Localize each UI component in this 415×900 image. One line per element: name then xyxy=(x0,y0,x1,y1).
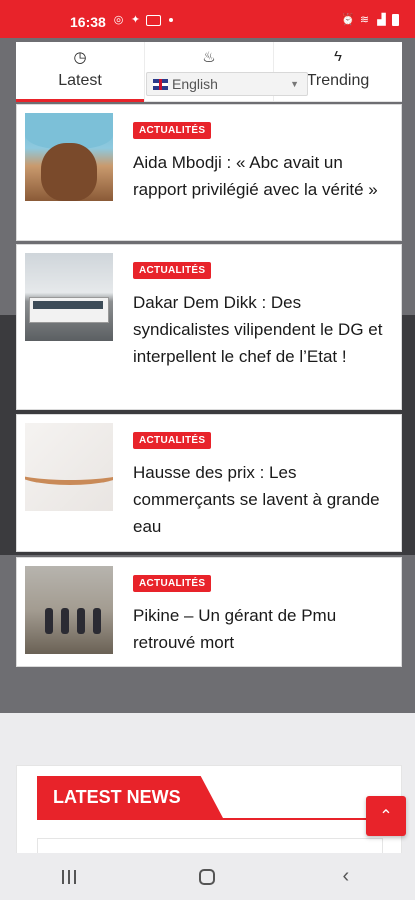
category-badge[interactable]: ACTUALITÉS xyxy=(133,575,212,592)
news-app-icon xyxy=(146,14,161,26)
recents-button[interactable] xyxy=(39,857,99,897)
twitter-icon: ✦ xyxy=(130,14,141,26)
tab-latest[interactable]: ◷ Latest xyxy=(16,42,145,102)
wifi-icon: ≋ xyxy=(359,14,370,26)
language-select[interactable]: English ▼ xyxy=(146,72,308,96)
alarm-icon: ⏰ xyxy=(341,14,355,26)
article-thumbnail[interactable] xyxy=(25,113,113,201)
article-thumbnail[interactable] xyxy=(25,253,113,341)
status-time: 16:38 xyxy=(70,14,106,30)
latest-news-banner: LATEST NEWS xyxy=(37,776,223,818)
chevron-down-icon: ▼ xyxy=(290,79,299,89)
news-panel: ◷ Latest ♨ ϟ Trending ACTUALITÉS Aida Mb… xyxy=(16,42,402,667)
category-badge[interactable]: ACTUALITÉS xyxy=(133,432,212,449)
language-select-value: English xyxy=(172,76,218,92)
article-card[interactable]: ACTUALITÉS Hausse des prix : Les commerç… xyxy=(16,414,402,552)
back-button[interactable]: ‹ xyxy=(316,857,376,897)
status-left-icons: ◎ ✦ xyxy=(112,14,173,26)
article-card[interactable]: ACTUALITÉS Aida Mbodji : « Abc avait un … xyxy=(16,104,402,241)
article-title[interactable]: Hausse des prix : Les commerçants se lav… xyxy=(133,459,393,540)
article-card[interactable]: ACTUALITÉS Pikine – Un gérant de Pmu ret… xyxy=(16,557,402,667)
recents-icon xyxy=(62,869,77,884)
dot-icon xyxy=(169,18,173,22)
fire-icon: ♨ xyxy=(202,49,216,66)
article-title[interactable]: Dakar Dem Dikk : Des syndicalistes vilip… xyxy=(133,289,393,370)
whatsapp-icon: ◎ xyxy=(113,14,124,26)
scroll-to-top-button[interactable]: ⌃ xyxy=(366,796,406,836)
home-icon xyxy=(199,868,216,885)
signal-icon: ▟ xyxy=(377,14,386,26)
bolt-icon: ϟ xyxy=(334,48,342,65)
android-nav-bar: ‹ xyxy=(0,853,415,900)
latest-news-title: LATEST NEWS xyxy=(53,787,181,807)
article-title[interactable]: Aida Mbodji : « Abc avait un rapport pri… xyxy=(133,149,393,203)
home-button[interactable] xyxy=(177,857,237,897)
status-right-icons: ⏰ ≋ ▟ xyxy=(341,14,399,26)
article-thumbnail[interactable] xyxy=(25,566,113,654)
article-thumbnail[interactable] xyxy=(25,423,113,511)
tab-label: Latest xyxy=(58,72,102,89)
chevron-up-icon: ⌃ xyxy=(379,808,393,825)
article-title[interactable]: Pikine – Un gérant de Pmu retrouvé mort xyxy=(133,602,393,656)
clock-icon: ◷ xyxy=(73,49,87,66)
article-card[interactable]: ACTUALITÉS Dakar Dem Dikk : Des syndical… xyxy=(16,244,402,410)
battery-icon xyxy=(392,14,399,26)
category-badge[interactable]: ACTUALITÉS xyxy=(133,122,212,139)
uk-flag-icon xyxy=(153,78,168,90)
back-chevron-icon: ‹ xyxy=(342,865,350,887)
latest-news-divider xyxy=(37,818,383,820)
category-badge[interactable]: ACTUALITÉS xyxy=(133,262,212,279)
latest-news-section: LATEST NEWS xyxy=(16,765,402,856)
status-bar: 16:38 ◎ ✦ ⏰ ≋ ▟ xyxy=(0,0,415,38)
